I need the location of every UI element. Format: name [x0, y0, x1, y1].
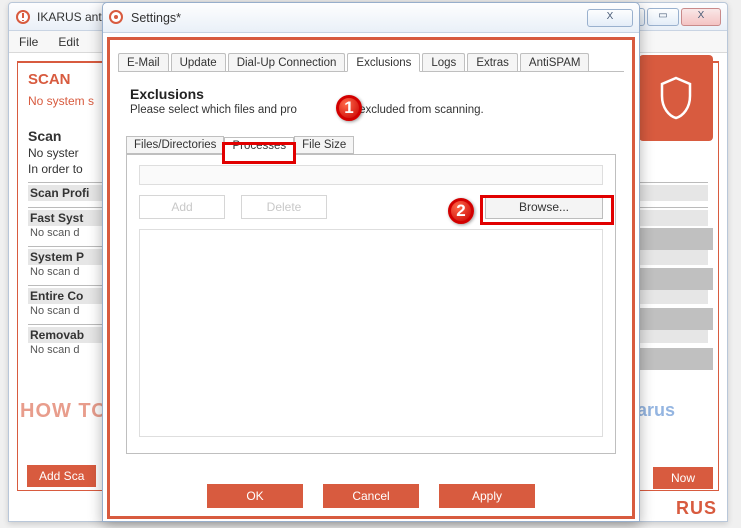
settings-icon — [109, 10, 125, 26]
exclusions-subtabs: Files/Directories Processes File Size — [126, 136, 624, 154]
tab-antispam[interactable]: AntiSPAM — [520, 53, 590, 71]
dialog-titlebar: Settings* X — [103, 3, 639, 33]
maximize-button[interactable]: ▭ — [647, 8, 679, 26]
settings-tabstrip: E-Mail Update Dial-Up Connection Exclusi… — [118, 48, 624, 72]
add-button[interactable]: Add — [139, 195, 225, 219]
shield-badge — [639, 55, 713, 141]
apply-button[interactable]: Apply — [439, 484, 535, 508]
callout-1: 1 — [336, 95, 362, 121]
annotation-box-browse — [480, 195, 614, 225]
dialog-body: E-Mail Update Dial-Up Connection Exclusi… — [107, 37, 635, 519]
add-scan-button[interactable]: Add Sca — [27, 465, 96, 487]
brand-logo-text: RUS — [676, 498, 717, 519]
tab-exclusions[interactable]: Exclusions — [347, 53, 420, 72]
cancel-button[interactable]: Cancel — [323, 484, 419, 508]
grey-slot-1 — [639, 228, 713, 250]
main-title: IKARUS anti. — [37, 10, 108, 24]
exclusions-desc-a: Please select which files and pro — [130, 104, 297, 116]
tab-logs[interactable]: Logs — [422, 53, 465, 71]
settings-dialog: Settings* X E-Mail Update Dial-Up Connec… — [102, 2, 640, 522]
grey-slot-3 — [639, 308, 713, 330]
callout-2: 2 — [448, 198, 474, 224]
exclusions-title: Exclusions — [130, 86, 624, 102]
tab-update[interactable]: Update — [171, 53, 226, 71]
scan-now-button[interactable]: Now — [653, 467, 713, 489]
tab-email[interactable]: E-Mail — [118, 53, 169, 71]
exclusions-desc: Please select which files and pro are ex… — [130, 104, 624, 116]
tab-extras[interactable]: Extras — [467, 53, 518, 71]
subtab-filesize[interactable]: File Size — [294, 136, 354, 154]
delete-button[interactable]: Delete — [241, 195, 327, 219]
menu-edit[interactable]: Edit — [48, 33, 89, 51]
grey-slot-2 — [639, 268, 713, 290]
ok-button[interactable]: OK — [207, 484, 303, 508]
dialog-title: Settings* — [131, 11, 181, 25]
close-button[interactable]: X — [681, 8, 721, 26]
process-path-input[interactable] — [139, 165, 603, 185]
process-list[interactable] — [139, 229, 603, 437]
annotation-box-processes — [222, 142, 296, 164]
app-icon — [15, 9, 31, 25]
grey-slot-4 — [639, 348, 713, 370]
dialog-close-button[interactable]: X — [587, 9, 633, 27]
menu-file[interactable]: File — [9, 33, 48, 51]
subtab-files[interactable]: Files/Directories — [126, 136, 224, 154]
tab-dialup[interactable]: Dial-Up Connection — [228, 53, 346, 71]
dialog-footer: OK Cancel Apply — [110, 484, 632, 508]
